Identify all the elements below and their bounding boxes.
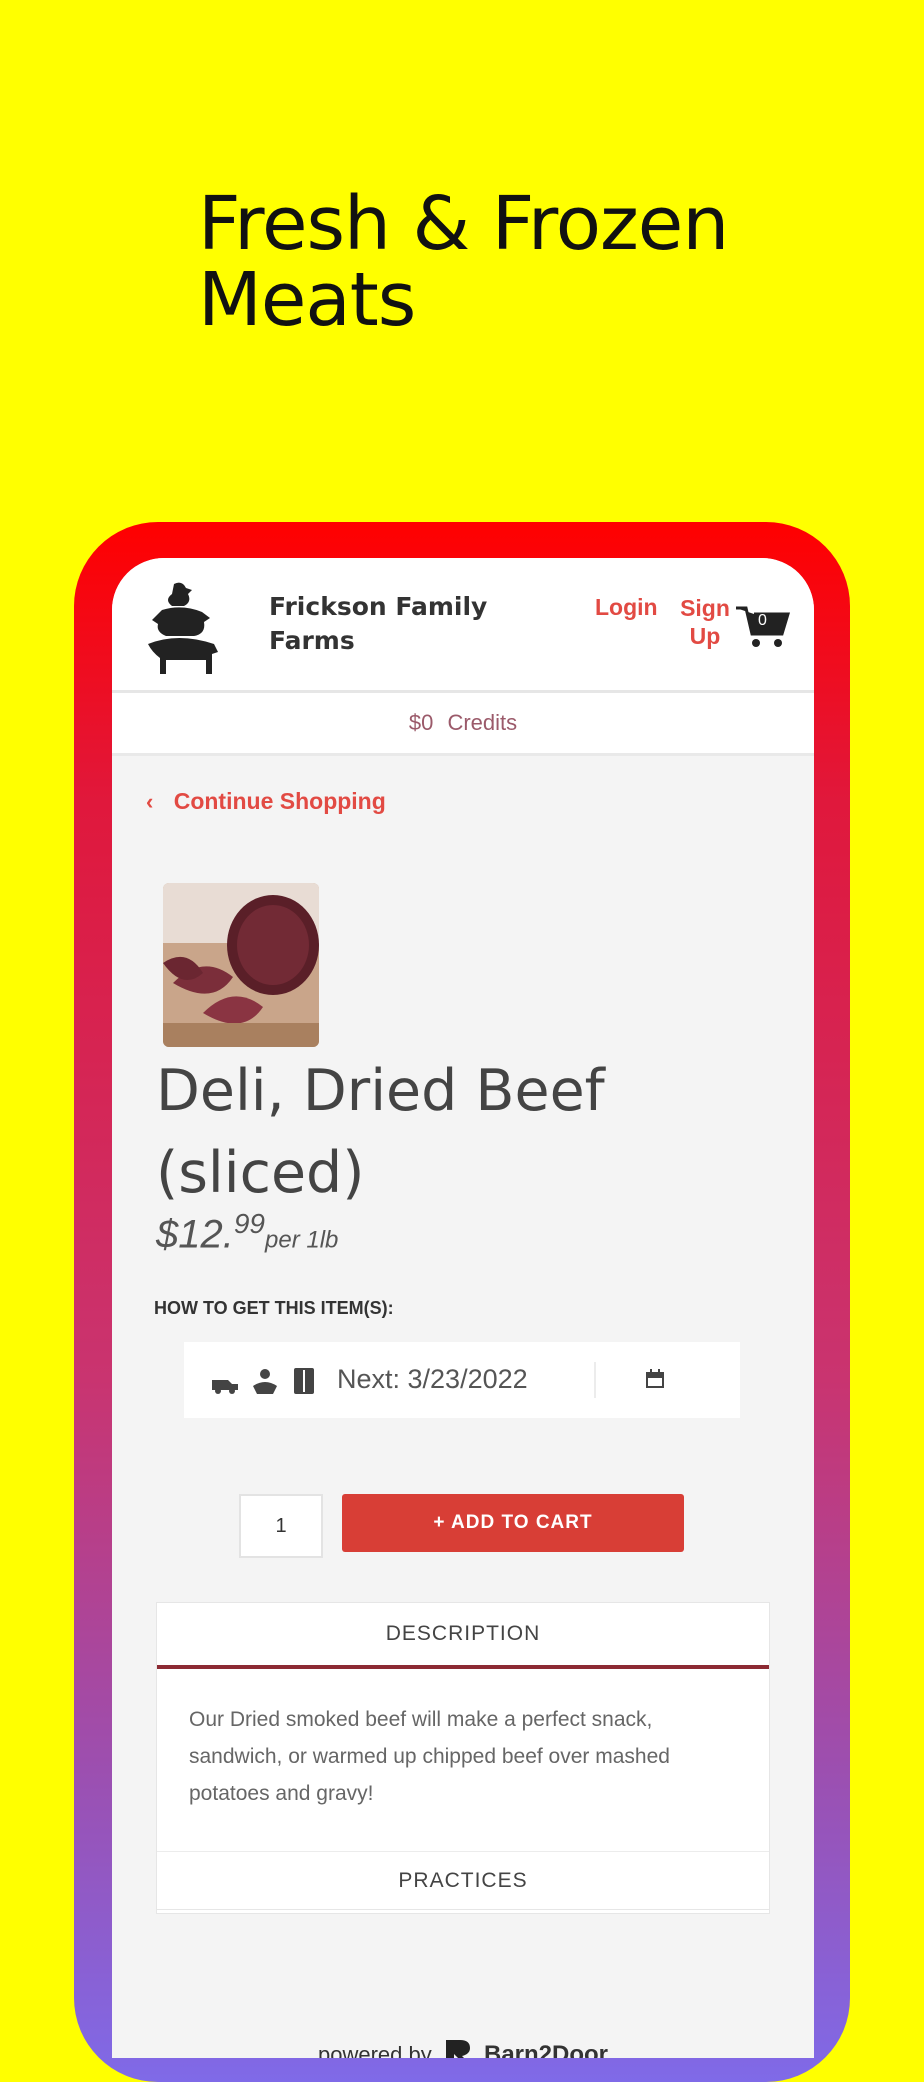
powered-by-footer[interactable]: powered by Barn2Door — [112, 2038, 814, 2058]
powered-by-brand: Barn2Door — [483, 2041, 609, 2058]
cart-count-badge: 0 — [758, 612, 767, 629]
fulfillment-icons — [210, 1366, 317, 1401]
credits-amount: $0 — [408, 710, 434, 735]
barn2door-logo-icon — [445, 2040, 470, 2058]
calendar-icon[interactable] — [644, 1368, 666, 1390]
tab-practices[interactable]: PRACTICES — [156, 1852, 770, 1910]
powered-by-text: powered by — [317, 2042, 432, 2058]
delivery-truck-icon — [212, 1380, 238, 1394]
product-image[interactable] — [163, 883, 319, 1047]
credits-bar[interactable]: $0 Credits — [112, 693, 814, 756]
next-date: Next: 3/23/2022 — [337, 1364, 528, 1394]
signup-link[interactable]: Sign Up — [672, 594, 738, 650]
price-whole: $12. — [156, 1212, 234, 1257]
phone-screen: Frickson Family Farms Login Sign Up 0 $0… — [112, 558, 814, 2058]
login-link[interactable]: Login — [595, 594, 658, 621]
add-to-cart-button[interactable]: + ADD TO CART — [342, 1494, 684, 1552]
product-price: $12.99per 1lb — [156, 1208, 338, 1257]
chevron-left-icon: ‹ — [146, 789, 154, 814]
quantity-input[interactable]: 1 — [239, 1494, 323, 1558]
pickup-location-icon — [253, 1369, 278, 1394]
promo-headline: Fresh & Frozen Meats — [198, 181, 729, 343]
credits-label: Credits — [447, 710, 518, 735]
price-unit: per 1lb — [265, 1226, 339, 1254]
fulfillment-label: HOW TO GET THIS ITEM(S): — [154, 1298, 394, 1318]
continue-shopping-label: Continue Shopping — [173, 788, 386, 814]
divider — [594, 1362, 596, 1398]
tab-practices-label: PRACTICES — [398, 1869, 528, 1892]
description-text: Our Dried smoked beef will make a perfec… — [189, 1708, 670, 1805]
fulfillment-selector[interactable]: Next: 3/23/2022 — [184, 1342, 740, 1418]
farm-name[interactable]: Frickson Family Farms — [269, 590, 529, 658]
product-title: Deli, Dried Beef (sliced) — [156, 1058, 605, 1206]
continue-shopping-link[interactable]: ‹ Continue Shopping — [146, 788, 386, 815]
price-cents: 99 — [233, 1208, 266, 1239]
tab-description[interactable]: DESCRIPTION — [157, 1603, 769, 1669]
stacked-farm-animals-icon[interactable] — [144, 580, 220, 676]
site-header: Frickson Family Farms Login Sign Up 0 — [112, 558, 814, 693]
locker-icon — [293, 1368, 314, 1394]
